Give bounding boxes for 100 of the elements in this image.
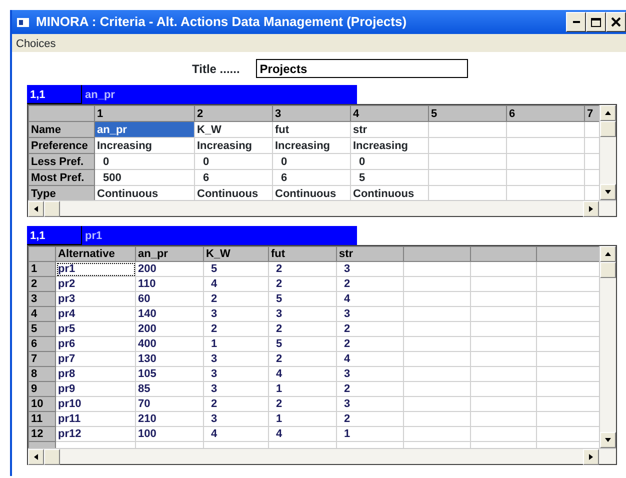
scroll-thumb[interactable] [44, 201, 60, 217]
table-cell[interactable]: 5 [204, 262, 268, 276]
table-cell[interactable]: 4 [268, 426, 336, 442]
table-cell[interactable]: fut [272, 122, 350, 138]
table-cell[interactable]: 130 [136, 352, 204, 366]
table-cell[interactable]: 2 [336, 322, 404, 336]
table-cell[interactable]: 1 [268, 412, 336, 426]
table-cell[interactable]: pr12 [56, 426, 136, 442]
table-cell[interactable]: pr11 [56, 412, 136, 426]
table-cell[interactable]: 1 [268, 382, 336, 396]
table-cell[interactable]: str [350, 122, 428, 138]
horizontal-scrollbar[interactable] [28, 448, 616, 464]
table-cell[interactable]: 210 [136, 412, 204, 426]
scroll-thumb[interactable] [44, 449, 60, 465]
table-cell[interactable]: 0 [94, 154, 194, 170]
table-cell[interactable]: 2 [268, 322, 336, 336]
table-cell[interactable]: 2 [268, 396, 336, 412]
table-cell[interactable]: 3 [204, 382, 268, 396]
table-cell[interactable]: Increasing [94, 138, 194, 154]
scroll-down-button[interactable] [600, 184, 616, 200]
scroll-left-button[interactable] [28, 449, 44, 465]
table-cell[interactable]: pr10 [56, 396, 136, 412]
table-cell[interactable]: 200 [136, 322, 204, 336]
table-cell[interactable]: pr6 [56, 336, 136, 352]
table-cell[interactable]: 60 [136, 292, 204, 306]
column-header: str [336, 246, 404, 262]
table-cell[interactable]: 6 [272, 170, 350, 186]
table-cell[interactable]: 5 [268, 336, 336, 352]
table-cell[interactable]: 1 [336, 426, 404, 442]
menu-item[interactable]: Choices [16, 36, 56, 50]
table-cell[interactable]: 110 [136, 276, 204, 292]
table-cell[interactable]: 2 [336, 382, 404, 396]
table-cell[interactable]: 4 [204, 276, 268, 292]
table-cell[interactable]: 2 [268, 276, 336, 292]
scroll-up-button[interactable] [600, 246, 616, 262]
table-cell[interactable]: 4 [336, 352, 404, 366]
horizontal-scrollbar[interactable] [28, 200, 616, 216]
maximize-button[interactable] [586, 12, 606, 32]
table-cell[interactable]: 2 [204, 322, 268, 336]
table-cell[interactable]: 0 [350, 154, 428, 170]
table-cell[interactable]: 100 [136, 426, 204, 442]
table-cell[interactable]: pr5 [56, 322, 136, 336]
table-cell[interactable]: 0 [272, 154, 350, 170]
table-cell[interactable]: 3 [204, 366, 268, 382]
table-cell[interactable]: 3 [204, 352, 268, 366]
table-cell[interactable]: 3 [268, 306, 336, 322]
table-cell[interactable]: pr3 [56, 292, 136, 306]
table-cell[interactable]: 4 [336, 292, 404, 306]
row-number: 8 [28, 366, 56, 382]
table-cell[interactable]: 2 [204, 292, 268, 306]
table-cell[interactable]: 3 [204, 306, 268, 322]
table-cell[interactable]: 2 [336, 412, 404, 426]
table-cell[interactable]: 2 [204, 396, 268, 412]
table-cell[interactable]: 6 [194, 170, 272, 186]
scroll-thumb[interactable] [600, 121, 616, 137]
table-cell[interactable]: Increasing [194, 138, 272, 154]
table-cell[interactable]: K_W [194, 122, 272, 138]
table-cell[interactable]: 3 [204, 412, 268, 426]
table-cell[interactable]: 400 [136, 336, 204, 352]
close-button[interactable] [606, 12, 626, 32]
table-cell[interactable]: 0 [194, 154, 272, 170]
table-cell[interactable]: 2 [268, 262, 336, 276]
table-cell[interactable]: 3 [336, 366, 404, 382]
table-cell[interactable]: 500 [94, 170, 194, 186]
table-cell[interactable]: pr2 [56, 276, 136, 292]
table-cell[interactable]: Increasing [350, 138, 428, 154]
minimize-button[interactable] [566, 12, 586, 32]
table-cell[interactable]: 3 [336, 396, 404, 412]
scroll-down-button[interactable] [600, 432, 616, 448]
table-cell[interactable]: 2 [336, 276, 404, 292]
table-cell[interactable]: 5 [268, 292, 336, 306]
table-cell[interactable]: 2 [336, 336, 404, 352]
row-header: Most Pref. [28, 170, 94, 186]
table-cell[interactable]: pr1 [56, 262, 136, 276]
table-cell[interactable]: pr8 [56, 366, 136, 382]
table-cell[interactable]: pr9 [56, 382, 136, 396]
table-cell[interactable]: Increasing [272, 138, 350, 154]
table-cell[interactable]: 70 [136, 396, 204, 412]
table-cell[interactable]: an_pr [94, 122, 194, 138]
scroll-up-button[interactable] [600, 105, 616, 121]
title-field[interactable]: Projects [256, 59, 468, 78]
scroll-right-button[interactable] [583, 449, 599, 465]
table-cell[interactable]: pr4 [56, 306, 136, 322]
scroll-left-button[interactable] [28, 201, 44, 217]
vertical-scrollbar[interactable] [599, 246, 616, 448]
table-cell[interactable]: 85 [136, 382, 204, 396]
scroll-right-button[interactable] [583, 201, 599, 217]
table-cell[interactable]: 2 [268, 352, 336, 366]
vertical-scrollbar[interactable] [599, 105, 616, 200]
table-cell[interactable]: 4 [268, 366, 336, 382]
table-cell[interactable]: 5 [350, 170, 428, 186]
table-cell[interactable]: pr7 [56, 352, 136, 366]
table-cell[interactable]: 140 [136, 306, 204, 322]
table-cell[interactable]: 3 [336, 262, 404, 276]
table-cell[interactable]: 200 [136, 262, 204, 276]
scroll-thumb[interactable] [600, 262, 616, 278]
table-cell[interactable]: 105 [136, 366, 204, 382]
table-cell[interactable]: 3 [336, 306, 404, 322]
table-cell[interactable]: 1 [204, 336, 268, 352]
table-cell[interactable]: 4 [204, 426, 268, 442]
